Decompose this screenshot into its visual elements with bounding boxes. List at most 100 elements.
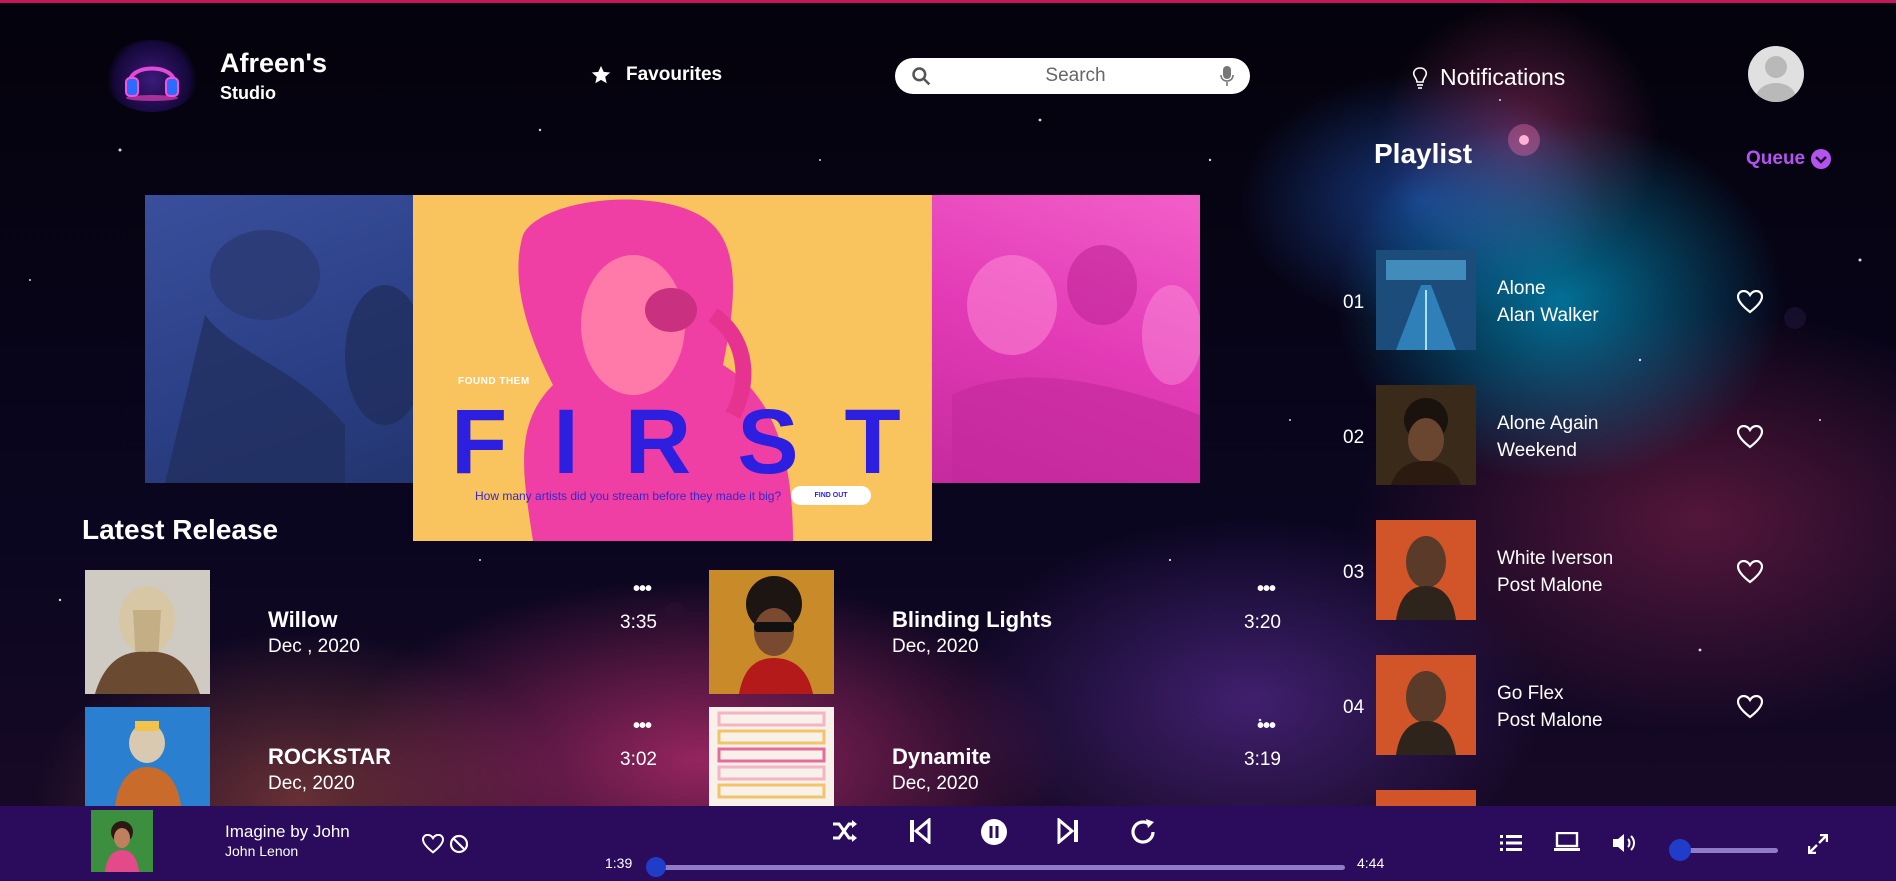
laptop-icon[interactable] (1554, 832, 1580, 852)
track-title: Go Flex (1497, 683, 1564, 704)
volume-slider[interactable] (1680, 848, 1778, 853)
shuffle-icon[interactable] (831, 818, 859, 844)
total-time: 4:44 (1357, 855, 1385, 871)
skip-forward-icon[interactable] (1057, 818, 1079, 844)
track-artist: Weekend (1497, 440, 1577, 461)
current-time: 1:39 (605, 855, 633, 871)
heart-icon[interactable] (422, 834, 444, 854)
brand-name: Afreen's (220, 48, 327, 78)
track-number: 02 (1343, 427, 1365, 448)
track-artwork (1376, 790, 1476, 806)
favourites-label: Favourites (626, 64, 723, 85)
track-title: Alone (1497, 278, 1546, 299)
track-artist: Post Malone (1497, 710, 1603, 731)
release-duration: 3:20 (1244, 612, 1281, 633)
playlist-item[interactable]: 02 Alone Again Weekend (1340, 385, 1860, 520)
playlist-item[interactable]: 03 White Iverson Post Malone (1340, 520, 1860, 655)
release-item-willow[interactable]: Willow Dec , 2020 ••• 3:35 (85, 570, 675, 694)
track-artwork (1376, 250, 1476, 350)
volume-handle[interactable] (1669, 839, 1691, 861)
favourites-link[interactable]: Favourites (590, 64, 722, 86)
release-date: Dec, 2020 (892, 773, 979, 794)
release-date: Dec, 2020 (268, 773, 355, 794)
heart-icon[interactable] (1737, 560, 1763, 584)
playlist-item[interactable]: 04 Go Flex Post Malone (1340, 655, 1860, 790)
more-options-icon[interactable]: ••• (633, 579, 652, 599)
expand-icon[interactable] (1808, 834, 1828, 854)
list-icon[interactable] (1500, 834, 1522, 852)
find-out-button[interactable]: FIND OUT (791, 486, 871, 505)
release-duration: 3:02 (620, 749, 657, 770)
track-artwork (1376, 385, 1476, 485)
release-cover (85, 707, 210, 806)
search-bar[interactable] (895, 58, 1250, 94)
release-item-blinding-lights[interactable]: Blinding Lights Dec, 2020 ••• 3:20 (709, 570, 1299, 694)
seek-bar[interactable] (659, 865, 1345, 870)
banner-headline: FIRST (451, 391, 932, 493)
playlist-title: Playlist (1374, 138, 1473, 169)
user-avatar[interactable] (1748, 46, 1804, 102)
release-title: ROCKSTAR (268, 744, 392, 769)
skip-back-icon[interactable] (909, 818, 931, 844)
notifications-label: Notifications (1440, 64, 1566, 90)
track-title: White Iverson (1497, 548, 1614, 569)
star-icon (591, 65, 611, 84)
track-artwork (1376, 655, 1476, 755)
more-options-icon[interactable]: ••• (633, 716, 652, 736)
release-cover (85, 570, 210, 694)
banner-kicker: FOUND THEM (458, 376, 530, 387)
pause-icon[interactable] (980, 818, 1008, 846)
player-bar: Imagine by John John Lenon 1:39 4:44 (0, 806, 1896, 881)
heart-icon[interactable] (1737, 425, 1763, 449)
release-title: Blinding Lights (892, 607, 1053, 632)
release-duration: 3:35 (620, 612, 657, 633)
playlist-item[interactable] (1340, 790, 1860, 806)
playlist-item[interactable]: 01 Alone Alan Walker (1340, 250, 1860, 385)
banner-question: How many artists did you stream before t… (475, 489, 782, 503)
track-artwork (1376, 520, 1476, 620)
carousel-slide-previous[interactable] (145, 195, 413, 483)
volume-icon[interactable] (1612, 832, 1638, 854)
more-options-icon[interactable]: ••• (1257, 579, 1276, 599)
notifications-link[interactable]: Notifications (1412, 64, 1565, 91)
lightbulb-icon (1412, 66, 1428, 89)
playlist-list[interactable]: 01 Alone Alan Walker 02 Alone Again Week… (1340, 250, 1860, 806)
release-date: Dec, 2020 (892, 636, 979, 657)
featured-banner[interactable]: FOUND THEM FIRST How many artists did yo… (413, 195, 932, 541)
mic-icon[interactable] (1220, 66, 1234, 86)
track-artist: Post Malone (1497, 575, 1603, 596)
more-options-icon[interactable]: ••• (1257, 716, 1276, 736)
release-item-dynamite[interactable]: Dynamite Dec, 2020 ••• 3:19 (709, 707, 1299, 806)
release-cover (709, 570, 834, 694)
search-input[interactable] (931, 65, 1220, 87)
latest-release-title: Latest Release (82, 514, 279, 545)
track-number: 04 (1343, 697, 1365, 718)
now-playing-cover (91, 810, 153, 872)
heart-icon[interactable] (1737, 695, 1763, 719)
now-playing-title: Imagine by John (225, 822, 350, 841)
now-playing-artist: John Lenon (225, 843, 299, 859)
heart-icon[interactable] (1737, 290, 1763, 314)
release-duration: 3:19 (1244, 749, 1281, 770)
queue-dropdown[interactable]: Queue (1746, 148, 1832, 170)
brand[interactable]: Afreen's Studio (104, 40, 327, 112)
release-item-rockstar[interactable]: ROCKSTAR Dec, 2020 ••• 3:02 (85, 707, 675, 806)
search-icon (912, 67, 931, 86)
queue-label: Queue (1746, 148, 1806, 169)
track-number: 03 (1343, 562, 1365, 583)
track-number: 01 (1343, 292, 1365, 313)
repeat-icon[interactable] (1129, 818, 1157, 846)
track-title: Alone Again (1497, 413, 1599, 434)
user-icon (1756, 56, 1796, 102)
track-artist: Alan Walker (1497, 305, 1599, 326)
release-title: Dynamite (892, 744, 992, 769)
ban-icon[interactable] (449, 834, 469, 854)
seek-handle[interactable] (646, 857, 666, 877)
chevron-down-circle-icon (1811, 149, 1832, 169)
release-cover (709, 707, 834, 806)
carousel-slide-next[interactable] (932, 195, 1200, 483)
top-accent-line (0, 0, 1896, 3)
brand-subtitle: Studio (220, 83, 276, 103)
release-title: Willow (268, 607, 338, 632)
headphones-logo-icon (104, 40, 200, 112)
